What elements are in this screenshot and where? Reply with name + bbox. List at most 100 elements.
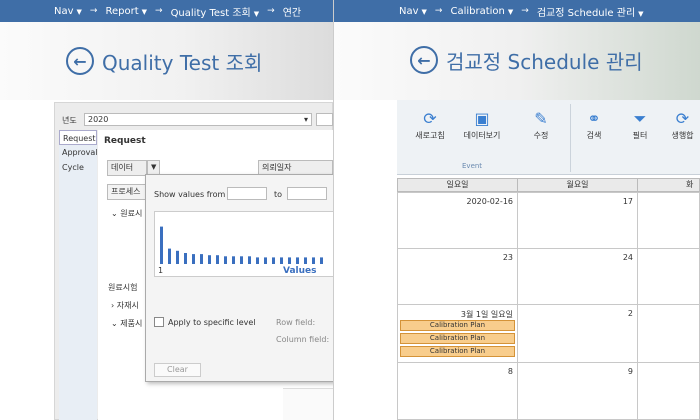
- refresh-button[interactable]: ⟳ 새로고침: [405, 108, 455, 141]
- sidebar-item-request[interactable]: Request: [59, 130, 97, 145]
- breadcrumb-quality-test[interactable]: Quality Test 조회 ▼: [171, 4, 260, 19]
- year-label: 년도: [62, 116, 77, 125]
- day-header-monday: 월요일: [517, 178, 638, 192]
- breadcrumb-calibration[interactable]: Calibration ▼: [450, 6, 513, 17]
- day-header-sunday: 일요일: [397, 178, 518, 192]
- toolbar-divider: [570, 104, 571, 172]
- view-data-icon: ▣: [474, 109, 490, 128]
- filter-button[interactable]: ⏷ 필터: [620, 108, 660, 141]
- breadcrumb-nav[interactable]: Nav ▼: [399, 6, 427, 17]
- edit-button[interactable]: ✎ 수정: [517, 108, 565, 141]
- breadcrumb-separator-icon: →: [155, 6, 163, 16]
- ribbon-toolbar: ⟳ 새로고침 ▣ 데이터보기 ✎ 수정 Event ⚭ 검색 ⏷ 필터 ⟳ 생행합: [397, 100, 700, 175]
- refresh-icon: ⟳: [675, 109, 690, 128]
- sidebar-item-approval[interactable]: Approval: [59, 145, 98, 160]
- calendar-cell[interactable]: 2: [517, 304, 638, 363]
- to-value-input[interactable]: [287, 187, 327, 200]
- histogram-axis-label: Values: [283, 266, 317, 276]
- calendar-grid: 일요일 월요일 화요 2020-02-16 17 23 24 3월 1일 일요일…: [397, 178, 700, 420]
- material-test-row[interactable]: › 자재시: [111, 300, 139, 311]
- calendar-cell[interactable]: 9: [517, 362, 638, 420]
- binoculars-icon: ⚭: [587, 109, 601, 128]
- calendar-cell[interactable]: 23: [397, 248, 518, 305]
- histogram-bar: [168, 248, 171, 264]
- apply-specific-label: Apply to specific level: [168, 318, 256, 327]
- filter-popup: Show values from to 1 Values Apply to sp…: [145, 174, 333, 382]
- breadcrumb: Nav ▼ → Calibration ▼ → 검교정 Schedule 관리 ▼: [334, 0, 700, 22]
- process-row[interactable]: 프로세스: [107, 184, 147, 200]
- calendar-cell[interactable]: [637, 248, 700, 305]
- histogram[interactable]: 1 Values: [154, 211, 333, 277]
- day-header-tuesday: 화요: [637, 178, 700, 201]
- raw-test-row[interactable]: ⌄ 원료시: [111, 208, 142, 219]
- data-field-header[interactable]: 데이터: [107, 160, 147, 176]
- histogram-bar: [288, 257, 291, 264]
- raw-material-test-row[interactable]: 원료시험: [108, 282, 137, 293]
- left-window: Nav ▼ → Report ▼ → Quality Test 조회 ▼ → 연간 ←…: [0, 0, 333, 420]
- breadcrumb-separator-icon: →: [89, 6, 98, 16]
- calendar-event[interactable]: Calibration Plan: [400, 333, 515, 344]
- calendar-cell[interactable]: 3월 1일 일요일 Calibration Plan Calibration P…: [397, 304, 518, 363]
- breadcrumb-nav[interactable]: Nav ▼: [54, 6, 82, 17]
- calendar-cell[interactable]: 17: [517, 192, 638, 249]
- chevron-down-icon: ▾: [303, 115, 308, 124]
- calendar-cell[interactable]: [637, 304, 700, 363]
- histogram-bar: [240, 256, 243, 264]
- back-arrow-icon[interactable]: ←: [66, 47, 94, 75]
- histogram-bar: [232, 256, 235, 264]
- chevron-down-icon: ⌄: [111, 319, 121, 328]
- search-button[interactable]: ⚭ 검색: [574, 108, 614, 141]
- clear-button[interactable]: Clear: [154, 363, 201, 377]
- histogram-bar: [256, 257, 259, 264]
- histogram-bar: [208, 255, 211, 264]
- year-select[interactable]: 2020 ▾: [84, 113, 312, 126]
- apply-specific-checkbox[interactable]: [154, 317, 164, 327]
- calendar-cell[interactable]: 2020-02-16: [397, 192, 518, 249]
- calendar-cell[interactable]: 24: [517, 248, 638, 305]
- section-title: Request: [104, 136, 146, 146]
- histogram-bar: [184, 253, 187, 264]
- calendar-event[interactable]: Calibration Plan: [400, 320, 515, 331]
- histogram-bar: [280, 257, 283, 264]
- calendar-cell[interactable]: [637, 362, 700, 420]
- calendar-cell[interactable]: 8: [397, 362, 518, 420]
- show-values-label: Show values from: [154, 190, 226, 199]
- breadcrumb-annual[interactable]: 연간: [283, 4, 301, 19]
- breadcrumb-separator-icon: →: [521, 6, 529, 16]
- breadcrumb-schedule[interactable]: 검교정 Schedule 관리 ▼: [537, 4, 644, 19]
- page-title: Quality Test 조회: [102, 51, 263, 75]
- histogram-bar: [304, 257, 307, 264]
- histogram-bar: [192, 254, 195, 264]
- histogram-bar: [224, 256, 227, 264]
- histogram-bar: [216, 255, 219, 264]
- view-data-button[interactable]: ▣ 데이터보기: [457, 108, 507, 141]
- blurred-grid-cells: [283, 388, 333, 420]
- title-banner: ← 검교정 Schedule 관리: [334, 22, 700, 100]
- generate-button[interactable]: ⟳ 생행합: [665, 108, 700, 141]
- sidebar-item-cycle[interactable]: Cycle: [59, 160, 97, 175]
- to-label: to: [274, 190, 283, 199]
- histogram-bar: [248, 256, 251, 264]
- breadcrumb-report[interactable]: Report ▼: [105, 6, 147, 17]
- histogram-bar: [296, 257, 299, 264]
- sidebar: Request Approval Cycle: [59, 130, 98, 420]
- year-extra-field[interactable]: [316, 113, 333, 126]
- title-banner: ← Quality Test 조회: [0, 22, 333, 100]
- edit-icon: ✎: [534, 109, 548, 128]
- calendar-cell[interactable]: [637, 192, 700, 249]
- from-value-input[interactable]: [227, 187, 267, 200]
- histogram-axis-start: 1: [158, 266, 164, 275]
- histogram-bar: [320, 257, 323, 264]
- breadcrumb-separator-icon: →: [434, 6, 443, 16]
- histogram-bar: [200, 254, 203, 264]
- funnel-icon: ⏷: [633, 109, 647, 128]
- event-group-label: Event: [462, 162, 483, 170]
- histogram-bar: [312, 257, 315, 264]
- histogram-bar: [160, 226, 163, 264]
- chevron-down-icon: ⌄: [111, 209, 121, 218]
- calendar-event[interactable]: Calibration Plan: [400, 346, 515, 357]
- product-test-row[interactable]: ⌄ 제품시: [111, 318, 142, 329]
- back-arrow-icon[interactable]: ←: [410, 46, 438, 74]
- breadcrumb-separator-icon: →: [267, 6, 275, 16]
- page-title: 검교정 Schedule 관리: [446, 50, 643, 74]
